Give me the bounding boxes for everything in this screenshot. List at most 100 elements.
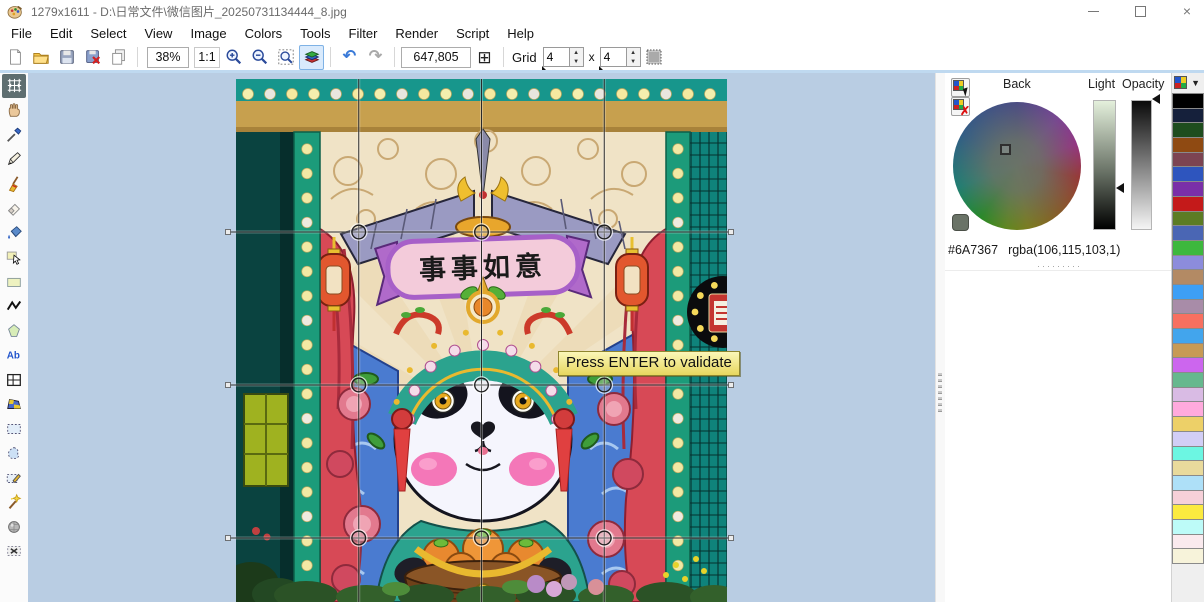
grid-height-down-icon[interactable]: ▼: [627, 57, 640, 66]
grid-height-up-icon[interactable]: ▲: [627, 48, 640, 57]
tool-color-picker[interactable]: [2, 123, 26, 147]
palette-color[interactable]: [1172, 372, 1204, 388]
pick-palette-color-button[interactable]: [951, 78, 970, 97]
palette-color[interactable]: [1172, 446, 1204, 462]
grid-width-spinner[interactable]: 4 ▲▼: [543, 47, 584, 67]
palette-color[interactable]: [1172, 460, 1204, 476]
menu-image[interactable]: Image: [181, 24, 235, 43]
menu-file[interactable]: File: [2, 24, 41, 43]
palette-color[interactable]: [1172, 313, 1204, 329]
open-button[interactable]: [28, 45, 53, 70]
tool-text[interactable]: Ab: [2, 343, 26, 367]
grid-width-value[interactable]: 4: [543, 47, 570, 67]
pattern-button[interactable]: [642, 45, 667, 70]
tool-brush[interactable]: [2, 172, 26, 196]
close-button[interactable]: ×: [1180, 4, 1194, 18]
palette-color[interactable]: [1172, 108, 1204, 124]
palette-color[interactable]: [1172, 137, 1204, 153]
palette-color[interactable]: [1172, 548, 1204, 564]
light-slider[interactable]: [1093, 100, 1116, 230]
palette-color[interactable]: [1172, 255, 1204, 271]
palette-color[interactable]: [1172, 269, 1204, 285]
tool-polygon[interactable]: [2, 319, 26, 343]
light-slider-marker[interactable]: [1116, 183, 1124, 193]
palette-color[interactable]: [1172, 152, 1204, 168]
tool-selection-mask[interactable]: [2, 515, 26, 539]
palette-dropdown-icon[interactable]: ▼: [1191, 78, 1200, 88]
menu-filter[interactable]: Filter: [340, 24, 387, 43]
grid-width-up-icon[interactable]: ▲: [570, 48, 583, 57]
menu-view[interactable]: View: [136, 24, 182, 43]
palette-color[interactable]: [1172, 225, 1204, 241]
zoom-out-button[interactable]: [247, 45, 272, 70]
zoom-in-button[interactable]: [221, 45, 246, 70]
canvas-area[interactable]: 事事如意: [28, 73, 935, 602]
palette-color[interactable]: [1172, 534, 1204, 550]
grid-window-button[interactable]: ⊞: [472, 45, 497, 70]
palette-icon[interactable]: [1175, 77, 1186, 88]
palette-color[interactable]: [1172, 181, 1204, 197]
tool-magic-wand[interactable]: [2, 490, 26, 514]
minimize-button[interactable]: [1086, 4, 1100, 18]
tool-rectangle[interactable]: [2, 270, 26, 294]
palette-color[interactable]: [1172, 416, 1204, 432]
layers-toggle-button[interactable]: [299, 45, 324, 70]
palette-color[interactable]: [1172, 431, 1204, 447]
menu-render[interactable]: Render: [386, 24, 447, 43]
tool-layer-grid[interactable]: [2, 368, 26, 392]
opacity-slider[interactable]: [1131, 100, 1152, 230]
tool-deselect[interactable]: [2, 539, 26, 563]
tool-pen[interactable]: [2, 147, 26, 171]
palette-color[interactable]: [1172, 166, 1204, 182]
maximize-button[interactable]: [1133, 4, 1147, 18]
menu-script[interactable]: Script: [447, 24, 498, 43]
zoom-fit-button[interactable]: [273, 45, 298, 70]
palette-color[interactable]: [1172, 490, 1204, 506]
remove-palette-color-button[interactable]: ✗: [951, 97, 970, 116]
tool-edit-shape[interactable]: [2, 245, 26, 269]
save-as-button[interactable]: [80, 45, 105, 70]
palette-color[interactable]: [1172, 211, 1204, 227]
palette-color[interactable]: [1172, 122, 1204, 138]
menu-select[interactable]: Select: [81, 24, 135, 43]
menu-edit[interactable]: Edit: [41, 24, 81, 43]
tool-rect-select[interactable]: [2, 417, 26, 441]
tool-selection-pen[interactable]: [2, 466, 26, 490]
grid-height-value[interactable]: 4: [600, 47, 627, 67]
palette-color[interactable]: [1172, 196, 1204, 212]
grid-width-down-icon[interactable]: ▼: [570, 57, 583, 66]
tool-free-select[interactable]: [2, 441, 26, 465]
save-button[interactable]: [54, 45, 79, 70]
palette-color[interactable]: [1172, 284, 1204, 300]
new-file-button[interactable]: [2, 45, 27, 70]
palette-color[interactable]: [1172, 519, 1204, 535]
color-wheel-selector[interactable]: [1000, 144, 1011, 155]
menu-colors[interactable]: Colors: [236, 24, 292, 43]
opacity-slider-marker[interactable]: [1152, 94, 1160, 104]
actual-size-button[interactable]: 1:1: [194, 47, 220, 68]
tool-deformation-grid[interactable]: [2, 74, 26, 98]
tool-hand[interactable]: [2, 98, 26, 122]
palette-color[interactable]: [1172, 299, 1204, 315]
tool-perspective[interactable]: [2, 392, 26, 416]
palette-color[interactable]: [1172, 475, 1204, 491]
grid-height-spinner[interactable]: 4 ▲▼: [600, 47, 641, 67]
redo-button[interactable]: ↷: [363, 45, 388, 70]
menu-tools[interactable]: Tools: [291, 24, 339, 43]
menu-help[interactable]: Help: [498, 24, 543, 43]
palette-color[interactable]: [1172, 240, 1204, 256]
undo-button[interactable]: ↶: [337, 45, 362, 70]
tool-polyline[interactable]: [2, 294, 26, 318]
tool-eraser[interactable]: [2, 196, 26, 220]
color-wheel[interactable]: [953, 102, 1081, 230]
palette-color[interactable]: [1172, 328, 1204, 344]
palette-color[interactable]: [1172, 357, 1204, 373]
palette-color[interactable]: [1172, 387, 1204, 403]
palette-color[interactable]: [1172, 343, 1204, 359]
copy-button[interactable]: [106, 45, 131, 70]
palette-color[interactable]: [1172, 93, 1204, 109]
palette-color[interactable]: [1172, 504, 1204, 520]
palette-color[interactable]: [1172, 401, 1204, 417]
tool-flood-fill[interactable]: [2, 221, 26, 245]
current-color-swatch[interactable]: [952, 214, 969, 231]
